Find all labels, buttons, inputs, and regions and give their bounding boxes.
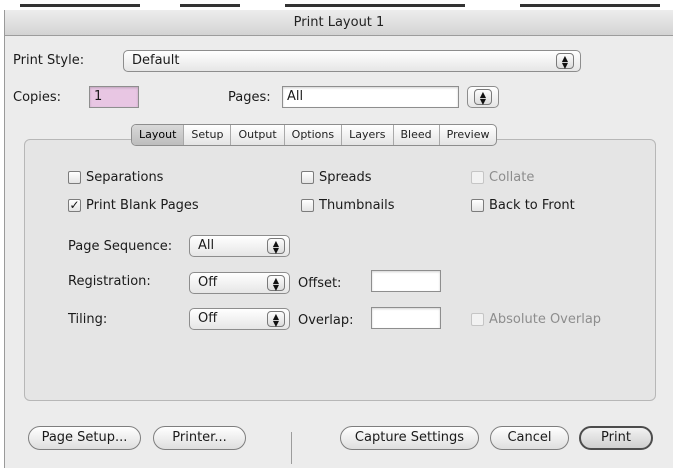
printer-button[interactable]: Printer... — [153, 426, 246, 450]
background-mark — [20, 4, 140, 7]
background-mark — [180, 4, 240, 7]
collate-checkbox[interactable]: Collate — [471, 170, 534, 185]
thumbnails-checkbox[interactable]: Thumbnails — [301, 198, 395, 213]
tab-setup[interactable]: Setup — [184, 125, 232, 145]
registration-value: Off — [198, 275, 218, 290]
print-style-value: Default — [132, 53, 180, 68]
tab-output[interactable]: Output — [231, 125, 285, 145]
spreads-label: Spreads — [319, 170, 372, 185]
absolute-overlap-label: Absolute Overlap — [489, 312, 602, 327]
window-title: Print Layout 1 — [5, 10, 673, 36]
print-blank-pages-label: Print Blank Pages — [86, 198, 199, 213]
print-dialog: Print Layout 1 Print Style: Default ▲ ▼ C… — [4, 10, 673, 468]
checkbox-box — [471, 199, 484, 212]
print-style-label: Print Style: — [13, 53, 85, 68]
print-blank-pages-checkbox[interactable]: ✓ Print Blank Pages — [68, 198, 199, 213]
overlap-label: Overlap: — [298, 313, 354, 328]
tiling-popup[interactable]: Off ▲ ▼ — [189, 308, 290, 330]
pages-range-popup[interactable]: ▲ ▼ — [467, 86, 499, 108]
overlap-field[interactable] — [371, 307, 441, 329]
copies-field[interactable]: 1 — [89, 86, 139, 108]
absolute-overlap-checkbox[interactable]: Absolute Overlap — [471, 312, 601, 327]
checkbox-box — [301, 199, 314, 212]
checkmark-icon: ✓ — [68, 198, 81, 212]
page-sequence-label: Page Sequence: — [68, 239, 173, 254]
up-down-arrows-icon: ▲ ▼ — [267, 311, 285, 328]
checkbox-box — [68, 171, 81, 184]
tab-options[interactable]: Options — [285, 125, 343, 145]
tab-layers[interactable]: Layers — [342, 125, 394, 145]
tab-preview[interactable]: Preview — [440, 125, 497, 145]
offset-field[interactable] — [371, 270, 441, 292]
tab-bar: Layout Setup Output Options Layers Bleed… — [131, 124, 498, 146]
tiling-label: Tiling: — [68, 312, 108, 327]
thumbnails-label: Thumbnails — [319, 198, 395, 213]
separations-label: Separations — [86, 170, 164, 185]
registration-label: Registration: — [68, 274, 151, 289]
print-style-popup[interactable]: Default ▲ ▼ — [123, 50, 581, 72]
collate-label: Collate — [489, 170, 535, 185]
separations-checkbox[interactable]: Separations — [68, 170, 163, 185]
back-to-front-label: Back to Front — [489, 198, 575, 213]
back-to-front-checkbox[interactable]: Back to Front — [471, 198, 575, 213]
checkbox-box — [301, 171, 314, 184]
background-mark — [520, 4, 660, 7]
capture-settings-button[interactable]: Capture Settings — [340, 426, 479, 450]
pages-field[interactable]: All — [282, 86, 459, 108]
offset-label: Offset: — [298, 276, 342, 291]
tab-layout[interactable]: Layout — [132, 125, 185, 145]
checkbox-box — [471, 313, 484, 326]
page-setup-button[interactable]: Page Setup... — [28, 426, 141, 450]
up-down-arrows-icon: ▲ ▼ — [267, 238, 285, 255]
background-strip — [0, 0, 673, 10]
copies-label: Copies: — [13, 90, 62, 105]
button-divider — [291, 432, 292, 464]
up-down-arrows-icon: ▲ ▼ — [474, 89, 492, 106]
pages-label: Pages: — [228, 90, 271, 105]
page-sequence-value: All — [198, 238, 215, 253]
checkbox-box — [471, 171, 484, 184]
print-button[interactable]: Print — [579, 426, 653, 450]
tab-bleed[interactable]: Bleed — [394, 125, 440, 145]
page-sequence-popup[interactable]: All ▲ ▼ — [189, 235, 290, 257]
tiling-value: Off — [198, 311, 218, 326]
background-mark — [285, 4, 465, 7]
up-down-arrows-icon: ▲ ▼ — [267, 275, 285, 292]
cancel-button[interactable]: Cancel — [490, 426, 569, 450]
spreads-checkbox[interactable]: Spreads — [301, 170, 372, 185]
registration-popup[interactable]: Off ▲ ▼ — [189, 272, 290, 294]
up-down-arrows-icon: ▲ ▼ — [556, 53, 574, 70]
